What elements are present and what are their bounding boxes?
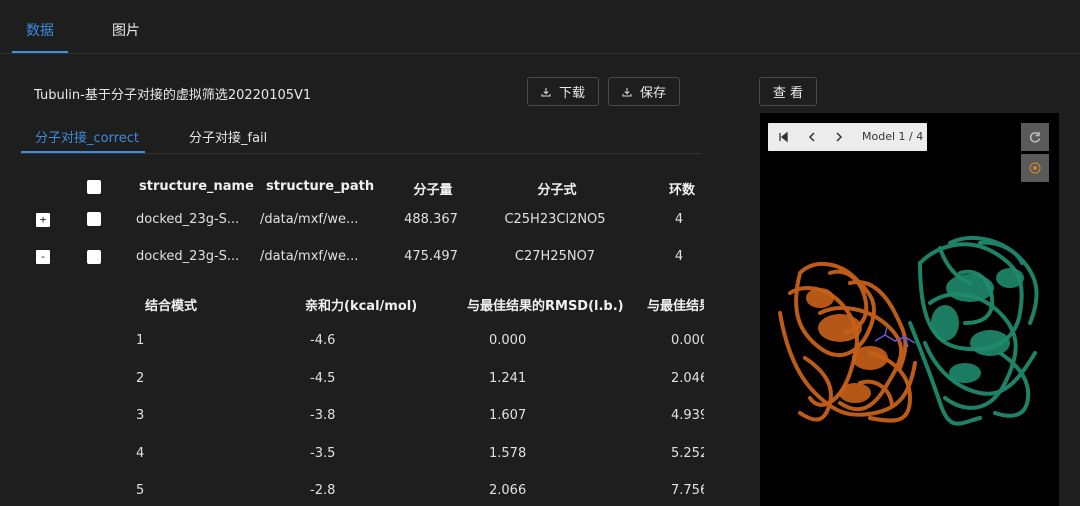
molecule-viewer[interactable]: Model 1 / 4 <box>760 113 1059 506</box>
affinity-cell: -3.5 <box>310 446 336 461</box>
col-header-molecular-weight[interactable]: 分子量 <box>413 179 452 198</box>
expand-row-button[interactable]: + <box>36 213 50 227</box>
rmsd-ub-cell: 2.046 <box>671 371 704 386</box>
rmsd-lb-cell: 1.607 <box>489 408 527 423</box>
rmsd-lb-cell: 2.066 <box>489 483 527 498</box>
structure-path-cell: /data/mxf/we... <box>260 249 359 264</box>
subcol-header-rmsd-ub: 与最佳结果的RMSD(u.b.) <box>647 299 704 314</box>
target-icon <box>1029 162 1041 174</box>
subcol-header-binding-mode: 结合模式 <box>145 299 198 314</box>
rmsd-lb-cell: 1.578 <box>489 446 527 461</box>
col-header-structure-name[interactable]: structure_name <box>139 179 254 194</box>
subcol-header-affinity: 亲和力(kcal/mol) <box>305 299 418 314</box>
model-navigation-toolbar: Model 1 / 4 <box>768 123 927 151</box>
rmsd-ub-cell: 7.756 <box>671 483 704 498</box>
rotate-button[interactable] <box>1021 123 1049 151</box>
col-header-structure-path[interactable]: structure_path <box>266 179 374 194</box>
binding-mode-cell: 4 <box>136 446 145 461</box>
rings-cell: 4 <box>674 249 684 264</box>
rmsd-lb-cell: 1.241 <box>489 371 527 386</box>
results-table: structure_name structure_path 分子量 分子式 环数… <box>0 0 704 506</box>
row-checkbox[interactable] <box>87 212 101 226</box>
molecular-weight-cell: 475.497 <box>404 249 458 264</box>
rmsd-ub-cell: 0.000 <box>671 333 704 348</box>
center-view-button[interactable] <box>1021 154 1049 182</box>
protein-structure-image <box>778 236 1039 426</box>
rmsd-ub-cell: 4.939 <box>671 408 704 423</box>
formula-cell: C25H23Cl2NO5 <box>504 212 606 227</box>
structure-path-cell: /data/mxf/we... <box>260 212 359 227</box>
binding-mode-cell: 2 <box>136 371 145 386</box>
structure-name-cell: docked_23g-S... <box>136 249 240 264</box>
refresh-icon <box>1029 132 1041 143</box>
col-header-rings[interactable]: 环数 <box>669 179 695 198</box>
view-label: 查 看 <box>772 86 804 101</box>
rings-cell: 4 <box>674 212 684 227</box>
col-header-formula[interactable]: 分子式 <box>537 179 576 198</box>
first-model-icon[interactable] <box>776 130 790 144</box>
affinity-cell: -4.6 <box>310 333 336 348</box>
binding-mode-cell: 5 <box>136 483 145 498</box>
row-checkbox[interactable] <box>87 250 101 264</box>
structure-name-cell: docked_23g-S... <box>136 212 240 227</box>
previous-model-icon[interactable] <box>805 130 819 144</box>
molecular-weight-cell: 488.367 <box>404 212 458 227</box>
binding-mode-cell: 3 <box>136 408 145 423</box>
select-all-checkbox[interactable] <box>87 180 101 194</box>
binding-mode-cell: 1 <box>136 333 145 348</box>
affinity-cell: -3.8 <box>310 408 336 423</box>
subcol-header-rmsd-lb: 与最佳结果的RMSD(l.b.) <box>467 299 624 314</box>
affinity-cell: -4.5 <box>310 371 336 386</box>
collapse-row-button[interactable]: - <box>36 250 50 264</box>
formula-cell: C27H25NO7 <box>514 249 596 264</box>
model-counter: Model 1 / 4 <box>862 130 924 143</box>
rmsd-lb-cell: 0.000 <box>489 333 527 348</box>
view-button[interactable]: 查 看 <box>759 77 817 106</box>
next-model-icon[interactable] <box>832 130 846 144</box>
rmsd-ub-cell: 5.252 <box>671 446 704 461</box>
affinity-cell: -2.8 <box>310 483 336 498</box>
